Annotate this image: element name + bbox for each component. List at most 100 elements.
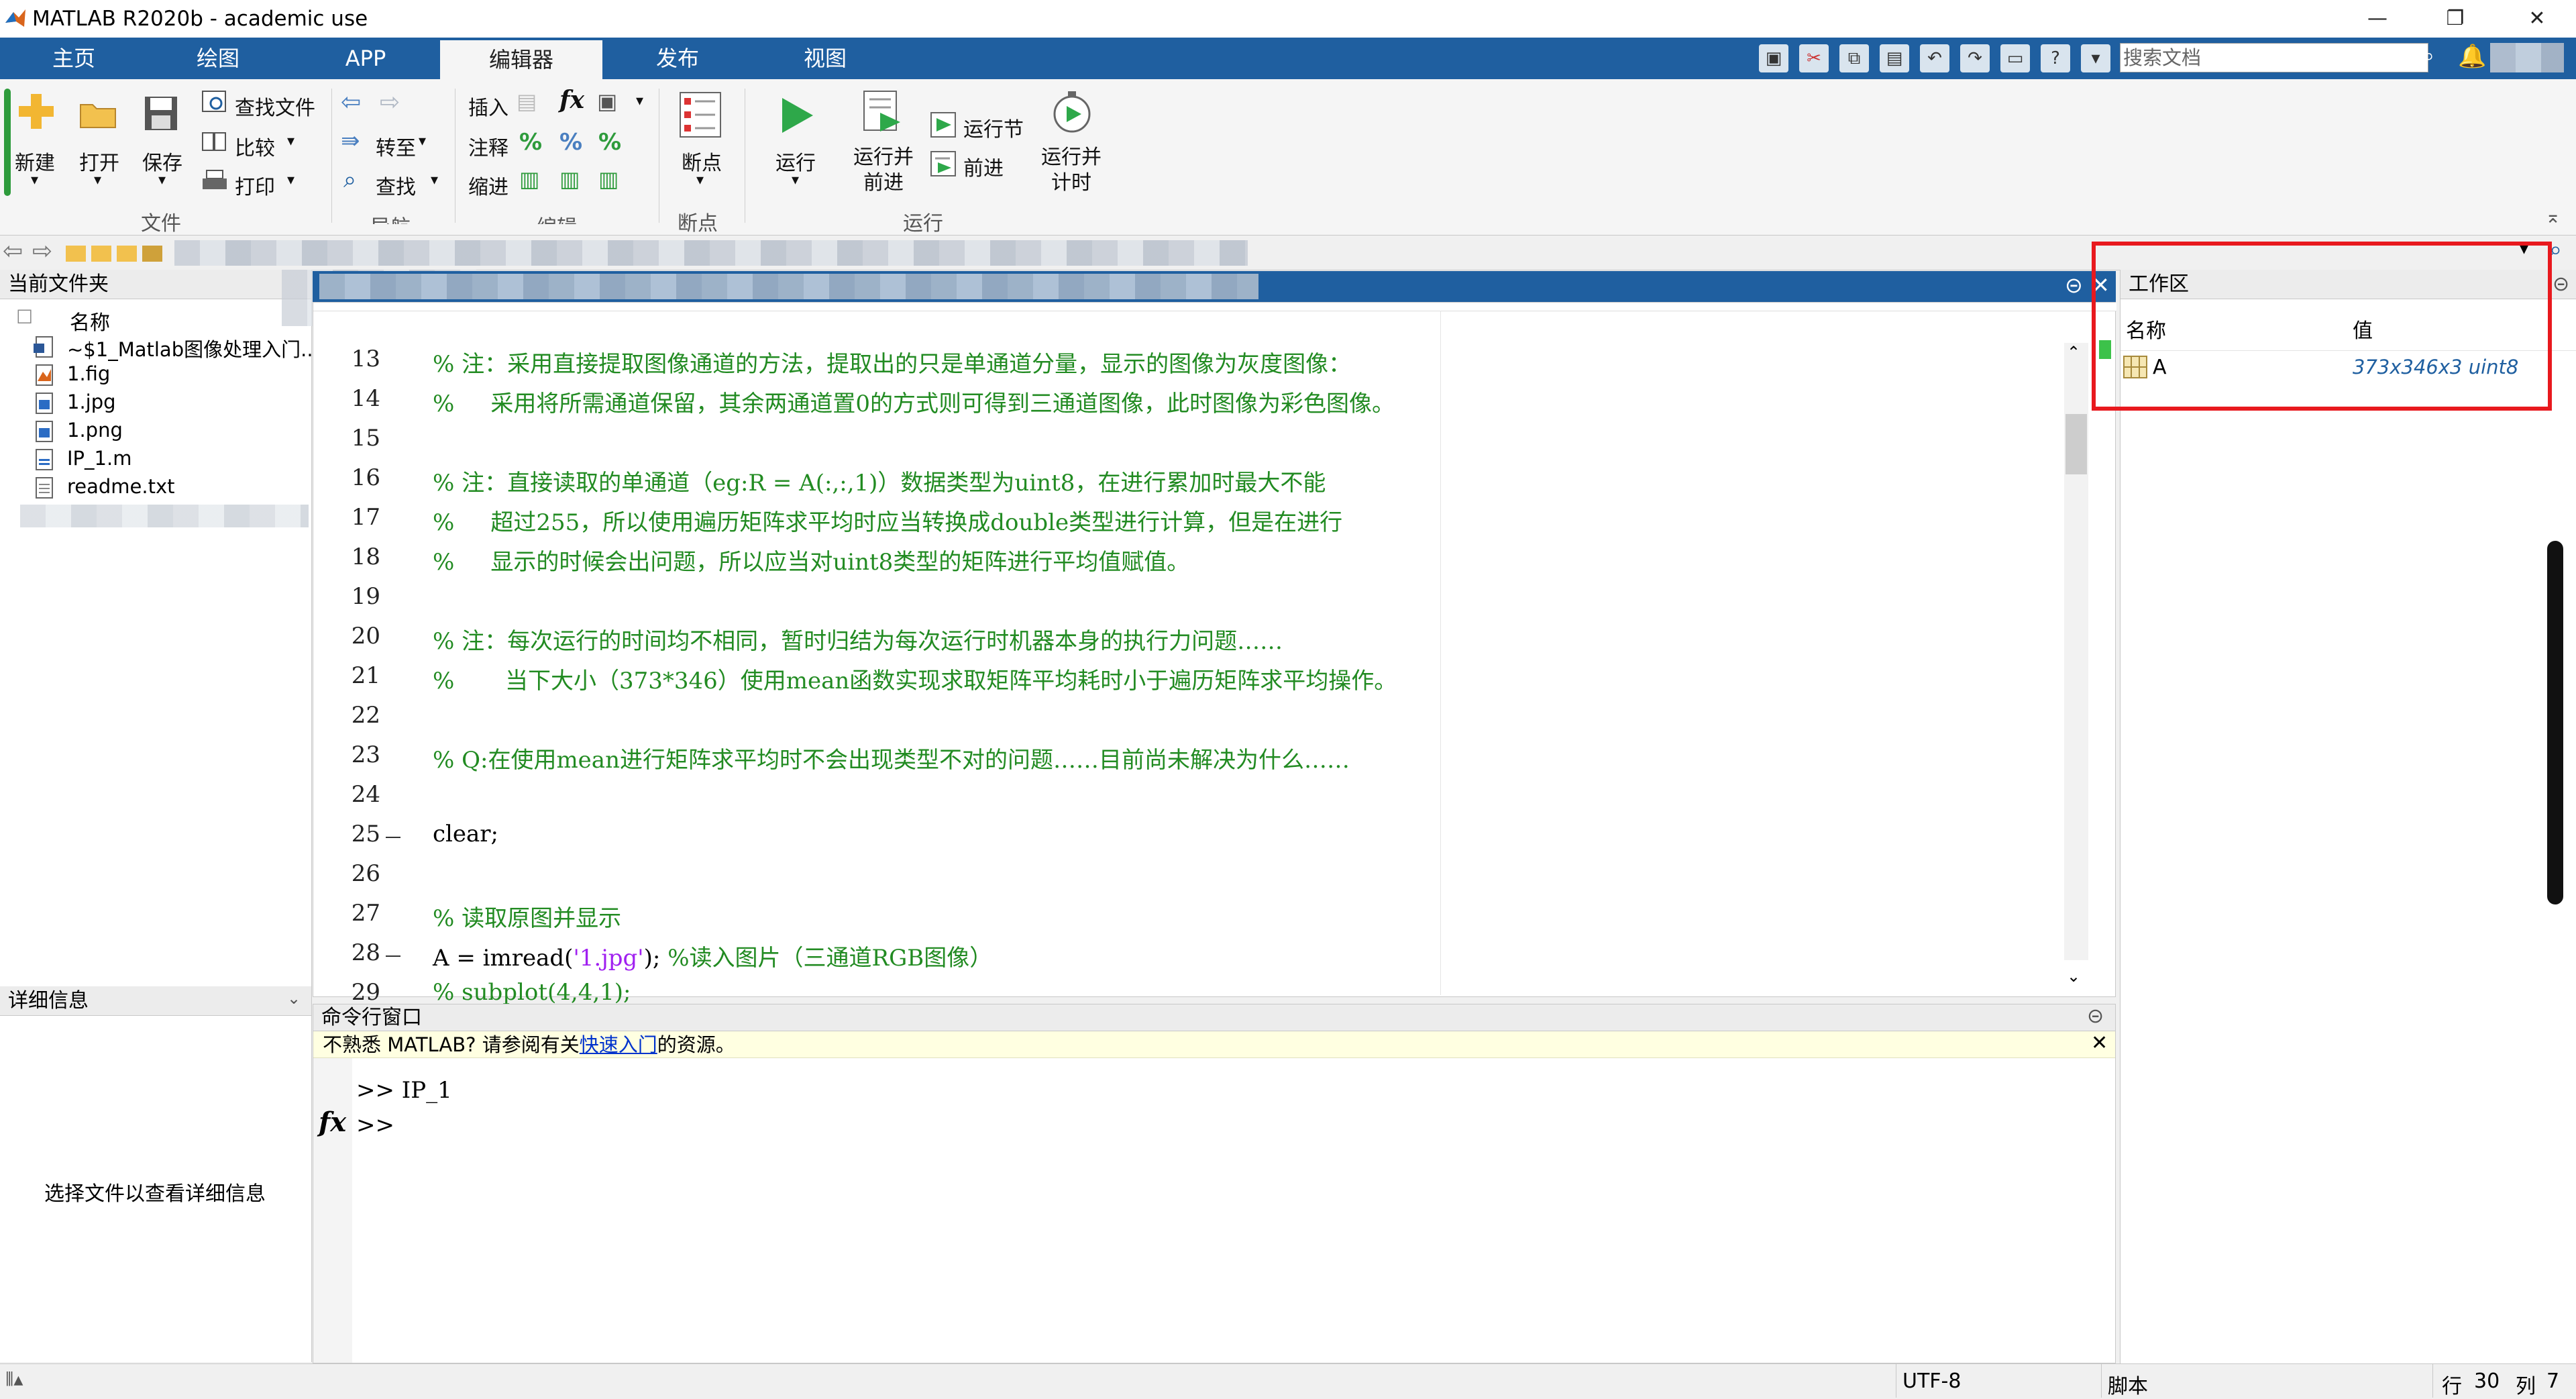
code-line[interactable]: % 当下大小（373*346）使用mean函数实现求取矩阵平均耗时小于遍历矩阵求…: [433, 662, 1397, 695]
run-dropdown-icon[interactable]: ▾: [792, 172, 799, 189]
restore-button[interactable]: ❐: [2435, 4, 2475, 34]
insert-section-icon[interactable]: ▤: [517, 89, 537, 114]
line-number[interactable]: 29: [313, 979, 380, 1006]
file-item[interactable]: 1.png: [36, 419, 123, 442]
insert-dropdown-icon[interactable]: ▾: [636, 93, 643, 109]
code-line[interactable]: % 注：每次运行的时间均不相同，暂时归结为每次运行时机器本身的执行力问题……: [433, 623, 1283, 656]
print-button[interactable]: 打印: [235, 170, 275, 200]
increase-indent-icon[interactable]: ▥: [598, 166, 619, 192]
line-number[interactable]: 20: [313, 623, 380, 650]
new-dropdown-icon[interactable]: ▾: [31, 172, 38, 189]
uncomment-icon[interactable]: %: [559, 129, 582, 156]
run-and-advance-icon[interactable]: [863, 90, 903, 134]
code-editor[interactable]: 13 % 注：采用直接提取图像通道的方法，提取出的只是单通道分量，显示的图像为灰度…: [313, 302, 2116, 1006]
executable-line-marker[interactable]: [386, 837, 400, 838]
line-number[interactable]: 17: [313, 504, 380, 531]
run-icon[interactable]: [778, 95, 816, 136]
workspace-scrollbar-thumb[interactable]: [2547, 541, 2563, 904]
breakpoints-icon[interactable]: [679, 91, 723, 138]
decrease-indent-icon[interactable]: ▥: [559, 166, 580, 192]
find-button[interactable]: 查找: [376, 170, 416, 200]
compare-icon[interactable]: [201, 130, 228, 154]
copy-quick-icon[interactable]: ⧉: [1839, 44, 1869, 72]
minimize-button[interactable]: —: [2357, 4, 2398, 34]
code-line[interactable]: % subplot(4,4,1);: [433, 979, 631, 1006]
search-documentation-input[interactable]: 搜索文档: [2120, 43, 2428, 72]
code-line[interactable]: A = imread('1.jpg'); %读入图片（三通道RGB图像）: [433, 939, 992, 972]
line-number[interactable]: 22: [313, 702, 380, 729]
scroll-down-icon[interactable]: ⌄: [2067, 967, 2080, 986]
code-line[interactable]: % 采用将所需通道保留，其余两通道置0的方式则可得到三通道图像，此时图像为彩色图…: [433, 385, 1395, 418]
folder-navigation-icons[interactable]: [66, 243, 166, 264]
comment-percent-icon[interactable]: %: [519, 129, 542, 156]
wrap-comments-icon[interactable]: %: [598, 129, 621, 156]
line-number[interactable]: 23: [313, 741, 380, 768]
line-number[interactable]: 13: [313, 346, 380, 372]
paste-quick-icon[interactable]: ▤: [1880, 44, 1909, 72]
file-item[interactable]: 1.fig: [36, 362, 110, 386]
code-line[interactable]: clear;: [433, 821, 498, 847]
find-files-button[interactable]: 查找文件: [235, 91, 315, 121]
file-item[interactable]: 1.jpg: [36, 391, 116, 414]
file-column-name[interactable]: 名称: [70, 306, 110, 335]
line-number[interactable]: 28: [313, 939, 380, 966]
line-number[interactable]: 15: [313, 425, 380, 452]
open-folder-icon[interactable]: [79, 99, 117, 129]
find-files-icon[interactable]: [201, 90, 228, 114]
breakpoints-dropdown-icon[interactable]: ▾: [696, 172, 704, 189]
forward-arrow-icon[interactable]: ⇨: [380, 89, 400, 116]
insert-function-fx-icon[interactable]: fx: [559, 86, 584, 114]
indent-button[interactable]: 缩进: [468, 170, 508, 200]
workspace-menu-icon[interactable]: ⊝: [2553, 272, 2569, 296]
options-quick-icon[interactable]: ▾: [2081, 44, 2110, 72]
code-line[interactable]: % 读取原图并显示: [433, 900, 621, 933]
address-back-icon[interactable]: ⇦: [3, 238, 23, 265]
code-line[interactable]: % 注：采用直接提取图像通道的方法，提取出的只是单通道分量，显示的图像为灰度图像…: [433, 346, 1351, 378]
code-line[interactable]: % 注：直接读取的单通道（eg:R = A(:,:,1)）数据类型为uint8，…: [433, 464, 1326, 497]
line-number[interactable]: 27: [313, 900, 380, 927]
new-icon[interactable]: [16, 91, 56, 132]
tab-editor[interactable]: 编辑器: [440, 40, 602, 79]
collapse-ribbon-icon[interactable]: ⌅: [2545, 205, 2561, 227]
redo-quick-icon[interactable]: ↷: [1960, 44, 1990, 72]
code-line[interactable]: % Q:在使用mean进行矩阵求平均时不会出现类型不对的问题……目前尚未解决为什…: [433, 741, 1350, 774]
compare-button[interactable]: 比较: [235, 132, 275, 161]
line-number[interactable]: 26: [313, 860, 380, 887]
find-dropdown-icon[interactable]: ▾: [431, 172, 438, 189]
find-icon[interactable]: ⌕: [343, 166, 356, 193]
save-dropdown-icon[interactable]: ▾: [158, 172, 166, 189]
notification-bell-icon[interactable]: 🔔: [2458, 43, 2486, 70]
details-collapse-icon[interactable]: ⌄: [287, 989, 301, 1008]
help-quick-icon[interactable]: ?: [2041, 44, 2070, 72]
tab-apps[interactable]: APP: [319, 38, 413, 79]
quick-start-link[interactable]: 快速入门: [580, 1033, 657, 1056]
save-disk-icon[interactable]: [144, 95, 178, 132]
comment-button[interactable]: 注释: [468, 132, 508, 161]
cut-quick-icon[interactable]: ✂: [1799, 44, 1829, 72]
tab-view[interactable]: 视图: [778, 38, 872, 79]
save-quick-icon[interactable]: ▣: [1759, 44, 1788, 72]
advance-icon[interactable]: [930, 150, 957, 177]
advance-button[interactable]: 前进: [963, 152, 1004, 181]
editor-menu-icon[interactable]: ⊝: [2065, 272, 2083, 298]
print-dropdown-icon[interactable]: ▾: [287, 172, 294, 189]
close-window-button[interactable]: ✕: [2517, 4, 2557, 34]
search-icon[interactable]: ⌕: [2423, 44, 2434, 68]
goto-dropdown-icon[interactable]: ▾: [419, 133, 426, 150]
undo-quick-icon[interactable]: ↶: [1920, 44, 1949, 72]
open-dropdown-icon[interactable]: ▾: [94, 172, 101, 189]
editor-scroll-thumb[interactable]: [2065, 414, 2087, 474]
compare-dropdown-icon[interactable]: ▾: [287, 133, 294, 150]
goto-icon[interactable]: ⇛: [341, 127, 360, 154]
address-forward-icon[interactable]: ⇨: [32, 238, 52, 265]
run-and-time-icon[interactable]: [1052, 90, 1092, 134]
file-item[interactable]: ~$1_Matlab图像处理入门...: [34, 334, 319, 362]
executable-line-marker[interactable]: [386, 955, 400, 957]
print-icon[interactable]: [201, 169, 228, 193]
command-window-menu-icon[interactable]: ⊝: [2087, 1004, 2104, 1028]
goto-button[interactable]: 转至: [376, 132, 416, 161]
line-number[interactable]: 16: [313, 464, 380, 491]
run-section-button[interactable]: 运行节: [963, 113, 1024, 142]
line-number[interactable]: 25: [313, 821, 380, 847]
line-number[interactable]: 19: [313, 583, 380, 610]
